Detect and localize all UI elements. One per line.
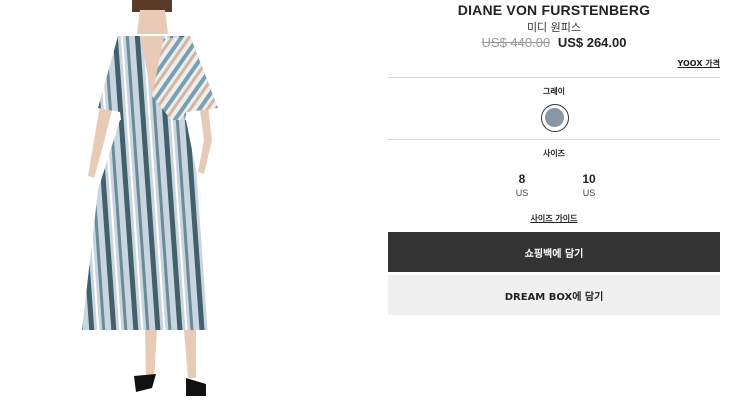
size-value: 8 — [518, 172, 526, 186]
color-label: 그레이 — [542, 87, 566, 96]
divider — [388, 139, 720, 140]
product-info: DIANE VON FURSTENBERG 미디 원피스 US$ 440.00 … — [388, 0, 720, 412]
product-type: 미디 원피스 — [526, 21, 582, 34]
add-to-dreambox-button[interactable]: DREAM BOX에 담기 — [388, 275, 720, 315]
dress-photo-icon — [82, 0, 218, 396]
swatch-fill — [545, 108, 564, 127]
product-image[interactable] — [0, 0, 300, 412]
size-option-10[interactable]: 10 US — [569, 172, 609, 198]
size-option-8[interactable]: 8 US — [502, 172, 542, 198]
brand-name[interactable]: DIANE VON FURSTENBERG — [388, 2, 720, 18]
add-to-bag-button[interactable]: 쇼핑백에 담기 — [388, 232, 720, 272]
size-unit: US — [582, 188, 596, 198]
size-guide-link[interactable]: 사이즈 가이드 — [388, 213, 720, 224]
color-swatch-gray[interactable] — [541, 104, 569, 132]
sale-price: US$ 264.00 — [557, 35, 627, 50]
size-label: 사이즈 — [542, 149, 566, 158]
size-unit: US — [515, 188, 529, 198]
yoox-price-link[interactable]: YOOX 가격 — [678, 58, 721, 69]
price-row: US$ 440.00 US$ 264.00 — [388, 35, 720, 50]
size-value: 10 — [582, 172, 596, 186]
divider — [388, 77, 720, 78]
original-price: US$ 440.00 — [481, 35, 551, 50]
